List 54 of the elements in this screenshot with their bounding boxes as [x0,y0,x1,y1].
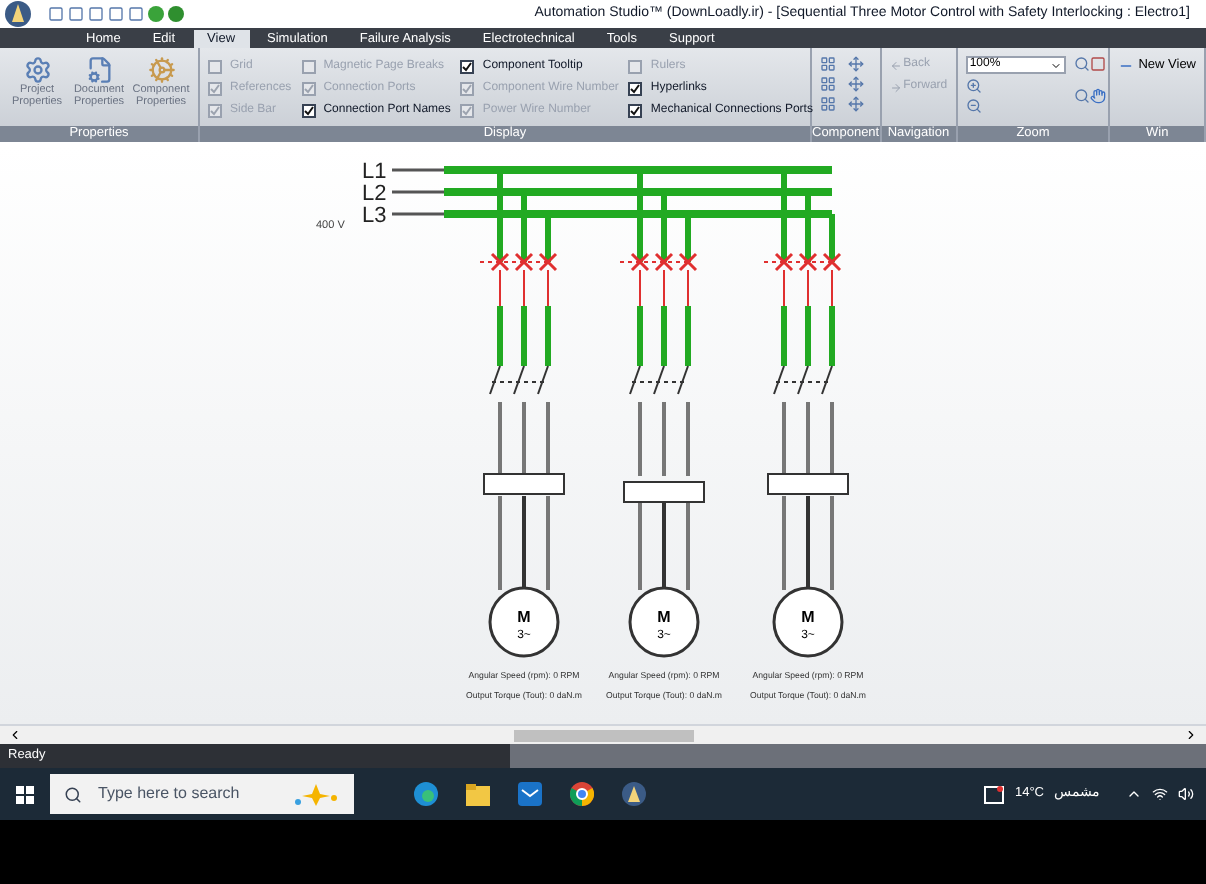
browser-icon[interactable] [414,782,438,806]
component-tool-icon[interactable] [820,76,836,92]
check-icon [210,83,220,93]
phase-label: L3 [362,204,387,228]
motor-label: M [801,608,815,626]
scroll-right-icon[interactable] [1184,728,1198,742]
settings-icon [23,56,51,84]
checkbox[interactable] [628,81,643,95]
motor-label: M [517,608,531,626]
check-icon [303,105,314,115]
check-icon [630,105,641,115]
gear-icon [147,56,175,84]
search-icon [64,785,82,803]
checkbox[interactable] [460,59,475,73]
zoom-in-icon[interactable] [965,78,982,94]
check-icon [462,105,473,115]
scrollbar-thumb[interactable] [513,729,693,741]
windows-start-icon[interactable] [16,785,34,803]
component-tool-icon[interactable] [820,56,836,72]
mail-icon[interactable] [518,782,542,806]
caret-icon [1049,59,1062,71]
app-logo-icon[interactable] [622,782,646,806]
folder-icon[interactable] [466,783,490,805]
chevron-up-icon[interactable] [1126,786,1142,802]
component-tool-icon[interactable] [847,76,864,92]
checkbox[interactable] [628,103,643,117]
search-icon[interactable] [1073,56,1090,72]
check-icon [462,61,473,71]
chrome-icon[interactable] [570,782,594,806]
scroll-left-icon[interactable] [8,728,22,742]
wifi-icon[interactable] [1152,786,1168,802]
volume-icon[interactable] [1178,786,1194,802]
check-icon [303,83,314,93]
app-logo-icon [4,0,32,28]
component-tool-icon[interactable] [820,96,836,112]
search-icon[interactable] [1073,87,1090,103]
sparkle-icon [292,782,340,806]
check-icon [210,105,220,115]
check-icon [462,83,473,93]
component-tool-icon[interactable] [847,56,864,72]
motor-label: M [657,608,671,626]
horizontal-scrollbar[interactable] [0,724,1206,744]
zoom-area-icon[interactable] [1089,56,1106,72]
document-gear-icon [85,56,113,84]
zoom-out-icon[interactable] [965,98,982,114]
forward-arrow-icon [889,81,902,93]
phase-label: L1 [362,160,387,184]
checkbox[interactable] [301,103,316,117]
component-tool-icon[interactable] [847,96,864,112]
back-arrow-icon [889,59,902,71]
check-icon [630,83,641,93]
phase-label: L2 [362,182,387,206]
hand-icon[interactable] [1089,87,1106,103]
taskbar-search-field[interactable]: Type here to search [50,774,354,814]
